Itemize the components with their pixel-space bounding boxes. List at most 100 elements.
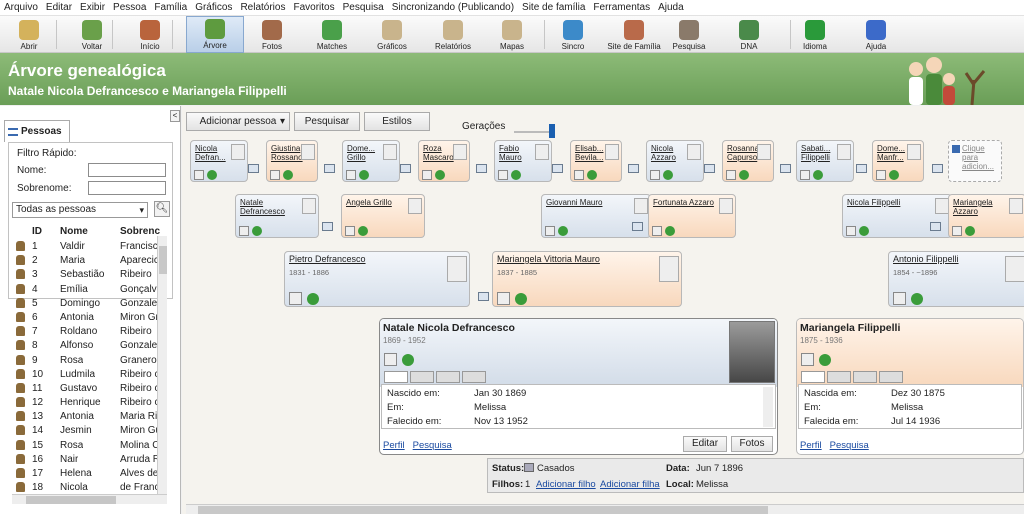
table-row[interactable]: 2 Maria Aparecic <box>12 254 157 268</box>
person-name[interactable]: Antonio Filippelli <box>893 255 959 264</box>
tab-people[interactable]: Pessoas <box>4 120 70 142</box>
toolbar-reports-button[interactable]: Relatórios <box>424 16 482 53</box>
events-tab-icon[interactable] <box>462 371 486 383</box>
add-son-link[interactable]: Adicionar filho <box>536 479 596 490</box>
person-name[interactable]: Natale Nicola Defrancesco <box>383 322 515 334</box>
table-row[interactable]: 11 Gustavo Ribeiro c <box>12 382 157 396</box>
column-name[interactable]: Nome <box>60 226 88 237</box>
menu-5[interactable]: Gráficos <box>195 2 232 13</box>
record-icon[interactable] <box>846 226 856 236</box>
table-row[interactable]: 6 Antonia Miron Gr <box>12 311 157 325</box>
table-row[interactable]: 5 Domingo Gonzale <box>12 297 157 311</box>
menu-0[interactable]: Arquivo <box>4 2 38 13</box>
add-daughter-link[interactable]: Adicionar filha <box>600 479 660 490</box>
parent-card[interactable]: Pietro Defrancesco 1831 - 1886 <box>284 251 470 307</box>
web-search-icon[interactable] <box>889 170 899 180</box>
person-name[interactable]: Angela Grillo <box>346 198 404 207</box>
generations-slider[interactable] <box>514 131 554 133</box>
web-search-icon[interactable] <box>663 170 673 180</box>
person-card[interactable]: Nicola Filippelli <box>842 194 952 238</box>
parent-card[interactable]: Antonio Filippelli 1854 - ~1896 <box>888 251 1024 307</box>
person-card[interactable]: Dome... Grillo <box>342 140 400 182</box>
search-tree-button[interactable]: Pesquisar <box>294 112 360 131</box>
marriage-link-icon[interactable] <box>628 164 639 173</box>
record-icon[interactable] <box>652 226 662 236</box>
toolbar-back-arrow-button[interactable]: Voltar <box>66 16 118 53</box>
photos-button[interactable]: Fotos <box>731 436 773 452</box>
marriage-link-icon[interactable] <box>932 164 943 173</box>
record-icon[interactable] <box>893 292 906 305</box>
profile-link[interactable]: Perfil <box>800 440 822 451</box>
info-tab-icon[interactable] <box>384 371 408 383</box>
menu-10[interactable]: Site de família <box>522 2 585 13</box>
table-row[interactable]: 14JesminMiron Gu <box>12 424 157 438</box>
web-search-icon[interactable] <box>965 226 975 236</box>
styles-button[interactable]: Estilos <box>364 112 430 131</box>
person-name[interactable]: Dome... Grillo <box>347 144 379 162</box>
person-name[interactable]: Nicola Azzaro <box>651 144 683 162</box>
marriage-link-icon[interactable] <box>856 164 867 173</box>
info-tab-icon[interactable] <box>801 371 825 383</box>
person-name[interactable]: Mariangela Filippelli <box>800 322 900 334</box>
facts-scrollbar[interactable] <box>763 387 773 427</box>
person-card[interactable]: Clique para adicion... <box>948 140 1002 182</box>
person-card[interactable]: Nicola Defran... <box>190 140 248 182</box>
record-icon[interactable] <box>194 170 204 180</box>
person-card[interactable]: Angela Grillo <box>341 194 425 238</box>
person-name[interactable]: Mariangela Azzaro <box>953 198 1005 216</box>
person-card[interactable]: Nicola Azzaro <box>646 140 704 182</box>
table-row[interactable]: 4 Emília Gonçalv <box>12 283 157 297</box>
family-tab-icon[interactable] <box>827 371 851 383</box>
web-search-icon[interactable] <box>665 226 675 236</box>
photos-tab-icon[interactable] <box>853 371 877 383</box>
column-surname[interactable]: Sobrenc <box>120 226 160 237</box>
person-card[interactable]: Fortunata Azzaro <box>648 194 736 238</box>
record-icon[interactable] <box>952 226 962 236</box>
collapse-sidebar-button[interactable]: < <box>170 110 180 122</box>
record-icon[interactable] <box>545 226 555 236</box>
table-row[interactable]: 18 Nicola de Franc <box>12 481 157 494</box>
menu-7[interactable]: Favoritos <box>293 2 334 13</box>
menu-8[interactable]: Pesquisa <box>343 2 384 13</box>
tree-horizontal-scrollbar[interactable] <box>186 504 1024 514</box>
record-icon[interactable] <box>650 170 660 180</box>
record-icon[interactable] <box>422 170 432 180</box>
events-tab-icon[interactable] <box>879 371 903 383</box>
people-filter-dropdown[interactable]: Todas as pessoas ▾ <box>12 202 148 218</box>
main-person-card[interactable]: Natale Nicola Defrancesco 1869 - 1952 Nasc… <box>379 318 778 455</box>
table-row[interactable]: 17 Helena Alves de <box>12 467 157 481</box>
web-search-icon[interactable] <box>511 170 521 180</box>
people-horizontal-scrollbar[interactable] <box>12 494 167 504</box>
marriage-link-icon[interactable] <box>704 164 715 173</box>
web-search-icon[interactable] <box>739 170 749 180</box>
person-name[interactable]: Roza Mascaro <box>423 144 454 162</box>
toolbar-home-button[interactable]: Início <box>124 16 176 53</box>
name-input[interactable] <box>88 163 166 177</box>
person-name[interactable]: Giovanni Mauro <box>546 198 630 207</box>
record-icon[interactable] <box>345 226 355 236</box>
marriage-link-icon[interactable] <box>400 164 411 173</box>
record-icon[interactable] <box>876 170 886 180</box>
photos-tab-icon[interactable] <box>436 371 460 383</box>
record-icon[interactable] <box>726 170 736 180</box>
toolbar-charts-button[interactable]: Gráficos <box>364 16 420 53</box>
record-icon[interactable] <box>800 170 810 180</box>
web-search-icon[interactable] <box>358 226 368 236</box>
person-name[interactable]: Natale Defrancesco <box>240 198 298 216</box>
person-name[interactable]: Sabati... Filippelli <box>801 144 833 162</box>
person-card[interactable]: Sabati... Filippelli <box>796 140 854 182</box>
marriage-link-icon[interactable] <box>248 164 259 173</box>
menu-3[interactable]: Pessoa <box>113 2 146 13</box>
marriage-link-icon[interactable] <box>552 164 563 173</box>
edit-button[interactable]: Editar <box>683 436 727 452</box>
web-search-icon[interactable] <box>435 170 445 180</box>
table-row[interactable]: 10 Ludmila Ribeiro c <box>12 368 157 382</box>
marriage-link-icon[interactable] <box>930 222 941 231</box>
toolbar-matches-button[interactable]: Matches <box>304 16 360 53</box>
menu-9[interactable]: Sincronizando (Publicando) <box>392 2 514 13</box>
web-search-icon[interactable] <box>859 226 869 236</box>
web-search-icon[interactable] <box>283 170 293 180</box>
record-icon[interactable] <box>289 292 302 305</box>
toolbar-brazil-flag-button[interactable]: Idioma <box>790 16 840 53</box>
marriage-link-icon[interactable] <box>780 164 791 173</box>
